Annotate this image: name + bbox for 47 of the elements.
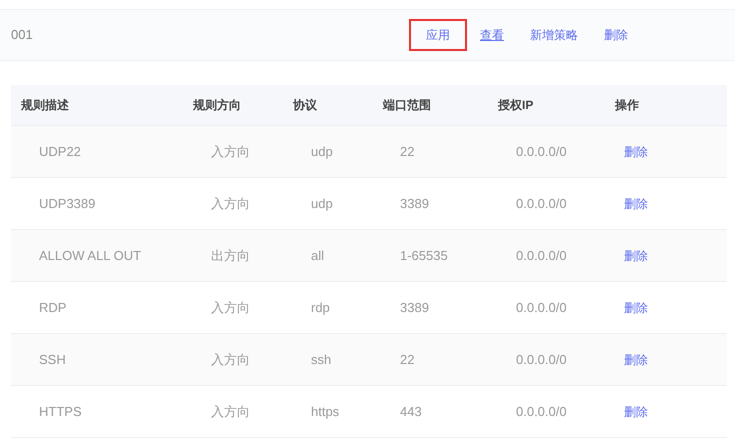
column-header: 操作 <box>615 97 639 114</box>
table-cell-text: 入方向 <box>211 350 250 369</box>
table-cell-text: 0.0.0.0/0 <box>516 298 567 317</box>
delete-link[interactable]: 删除 <box>624 402 648 420</box>
table-cell-text: udp <box>311 142 333 161</box>
table-cell-text: 入方向 <box>211 298 250 317</box>
table-cell-text: 443 <box>400 402 422 421</box>
delete-link[interactable]: 删除 <box>624 142 648 160</box>
table-cell-text: 0.0.0.0/0 <box>516 246 567 265</box>
column-header: 协议 <box>293 97 317 114</box>
table-cell-text: 0.0.0.0/0 <box>516 142 567 161</box>
table-cell-text: 出方向 <box>211 246 250 265</box>
table-cell-text: https <box>311 402 340 421</box>
table-cell-text: SSH <box>39 350 66 369</box>
table-cell-text: ALLOW ALL OUT <box>39 246 142 265</box>
table-cell-text: 0.0.0.0/0 <box>516 402 567 421</box>
table-cell-text: 0.0.0.0/0 <box>516 194 567 213</box>
table-cell-text: rdp <box>311 298 330 317</box>
action-link[interactable]: 应用 <box>409 19 467 51</box>
delete-link[interactable]: 删除 <box>624 194 648 212</box>
table-cell-text: 22 <box>400 350 414 369</box>
action-link[interactable]: 新增策略 <box>529 19 579 51</box>
table-cell-text: all <box>311 246 324 265</box>
column-header: 端口范围 <box>383 97 431 114</box>
table-cell-text: 1-65535 <box>400 246 448 265</box>
column-header: 规则方向 <box>193 97 241 114</box>
policy-name: 001 <box>11 26 33 44</box>
column-header: 授权IP <box>498 97 534 114</box>
table-cell-text: ssh <box>311 350 332 369</box>
delete-link[interactable]: 删除 <box>624 246 648 264</box>
table-cell-text: 0.0.0.0/0 <box>516 350 567 369</box>
action-link[interactable]: 查看 <box>479 19 505 51</box>
table-cell-text: udp <box>311 194 333 213</box>
table-cell-text: UDP22 <box>39 142 81 161</box>
table-cell-text: 入方向 <box>211 402 250 421</box>
action-link[interactable]: 删除 <box>603 19 629 51</box>
table-cell-text: UDP3389 <box>39 194 96 213</box>
table-cell-text: RDP <box>39 298 66 317</box>
table-cell-text: 3389 <box>400 194 429 213</box>
column-header: 规则描述 <box>21 97 69 114</box>
table-cell-text: 入方向 <box>211 142 250 161</box>
table-cell-text: 3389 <box>400 298 429 317</box>
delete-link[interactable]: 删除 <box>624 350 648 368</box>
table-cell-text: 22 <box>400 142 414 161</box>
table-cell-text: 入方向 <box>211 194 250 213</box>
table-cell-text: HTTPS <box>39 402 82 421</box>
delete-link[interactable]: 删除 <box>624 298 648 316</box>
